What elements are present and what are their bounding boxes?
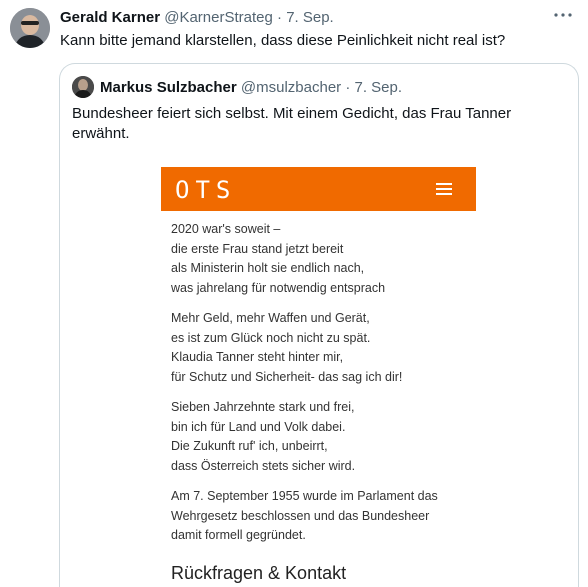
contact-heading: Rückfragen & Kontakt: [171, 563, 347, 583]
separator: ·: [272, 9, 287, 26]
quoted-tweet-date[interactable]: 7. Sep.: [355, 79, 403, 96]
stanza: Sieben Jahrzehnte stark und frei, bin ic…: [171, 398, 491, 476]
quoted-author-avatar[interactable]: [72, 76, 94, 98]
press-line: Am 7. September 1955 wurde im Parlament …: [171, 489, 438, 503]
poem-line: Klaudia Tanner steht hinter mir,: [171, 350, 344, 364]
poem-line: was jahrelang für notwendig entsprach: [171, 280, 386, 295]
author-handle[interactable]: @KarnerStrateg: [164, 9, 273, 26]
author-avatar[interactable]: [10, 8, 50, 48]
poem-line: 2020 war's soweit –: [171, 222, 281, 236]
poem-line: dass Österreich stets sicher wird.: [171, 458, 356, 473]
ots-header-bar: OTS: [161, 167, 476, 211]
quoted-tweet[interactable]: Markus Sulzbacher @msulzbacher · 7. Sep.…: [59, 63, 579, 587]
poem-line: für Schutz und Sicherheit- das sag ich d…: [171, 369, 403, 384]
quoted-author-handle[interactable]: @msulzbacher: [241, 79, 341, 96]
tweet-date[interactable]: 7. Sep.: [286, 9, 334, 26]
poem-line: Die Zukunft ruf' ich, unbeirrt,: [171, 439, 328, 453]
stanza: Mehr Geld, mehr Waffen und Gerät, es ist…: [171, 309, 491, 387]
hamburger-menu-icon: [436, 183, 452, 195]
poem-line: Mehr Geld, mehr Waffen und Gerät,: [171, 311, 370, 325]
stanza: 2020 war's soweit – die erste Frau stand…: [171, 220, 491, 298]
more-horizontal-icon[interactable]: [552, 6, 574, 24]
ots-press-text: 2020 war's soweit – die erste Frau stand…: [171, 220, 491, 557]
tweet-header: Gerald Karner @KarnerStrateg · 7. Sep.: [60, 9, 548, 26]
poem-line: als Ministerin holt sie endlich nach,: [171, 261, 365, 275]
stanza: Am 7. September 1955 wurde im Parlament …: [171, 487, 491, 546]
quoted-tweet-text: Bundesheer feiert sich selbst. Mit einem…: [72, 105, 512, 142]
separator: ·: [341, 79, 355, 96]
press-line: Wehrgesetz beschlossen und das Bundeshee…: [171, 508, 430, 523]
poem-line: bin ich für Land und Volk dabei.: [171, 419, 346, 434]
quoted-tweet-header: Markus Sulzbacher @msulzbacher · 7. Sep.: [100, 79, 402, 96]
ots-logo: OTS: [175, 176, 237, 204]
author-name[interactable]: Gerald Karner: [60, 9, 160, 26]
quoted-author-name[interactable]: Markus Sulzbacher: [100, 79, 237, 96]
poem-line: Sieben Jahrzehnte stark und frei,: [171, 400, 355, 414]
tweet-text: Kann bitte jemand klarstellen, dass dies…: [60, 32, 506, 49]
press-line: damit formell gegründet.: [171, 528, 306, 542]
poem-line: es ist zum Glück noch nicht zu spät.: [171, 330, 371, 345]
poem-line: die erste Frau stand jetzt bereit: [171, 241, 344, 256]
